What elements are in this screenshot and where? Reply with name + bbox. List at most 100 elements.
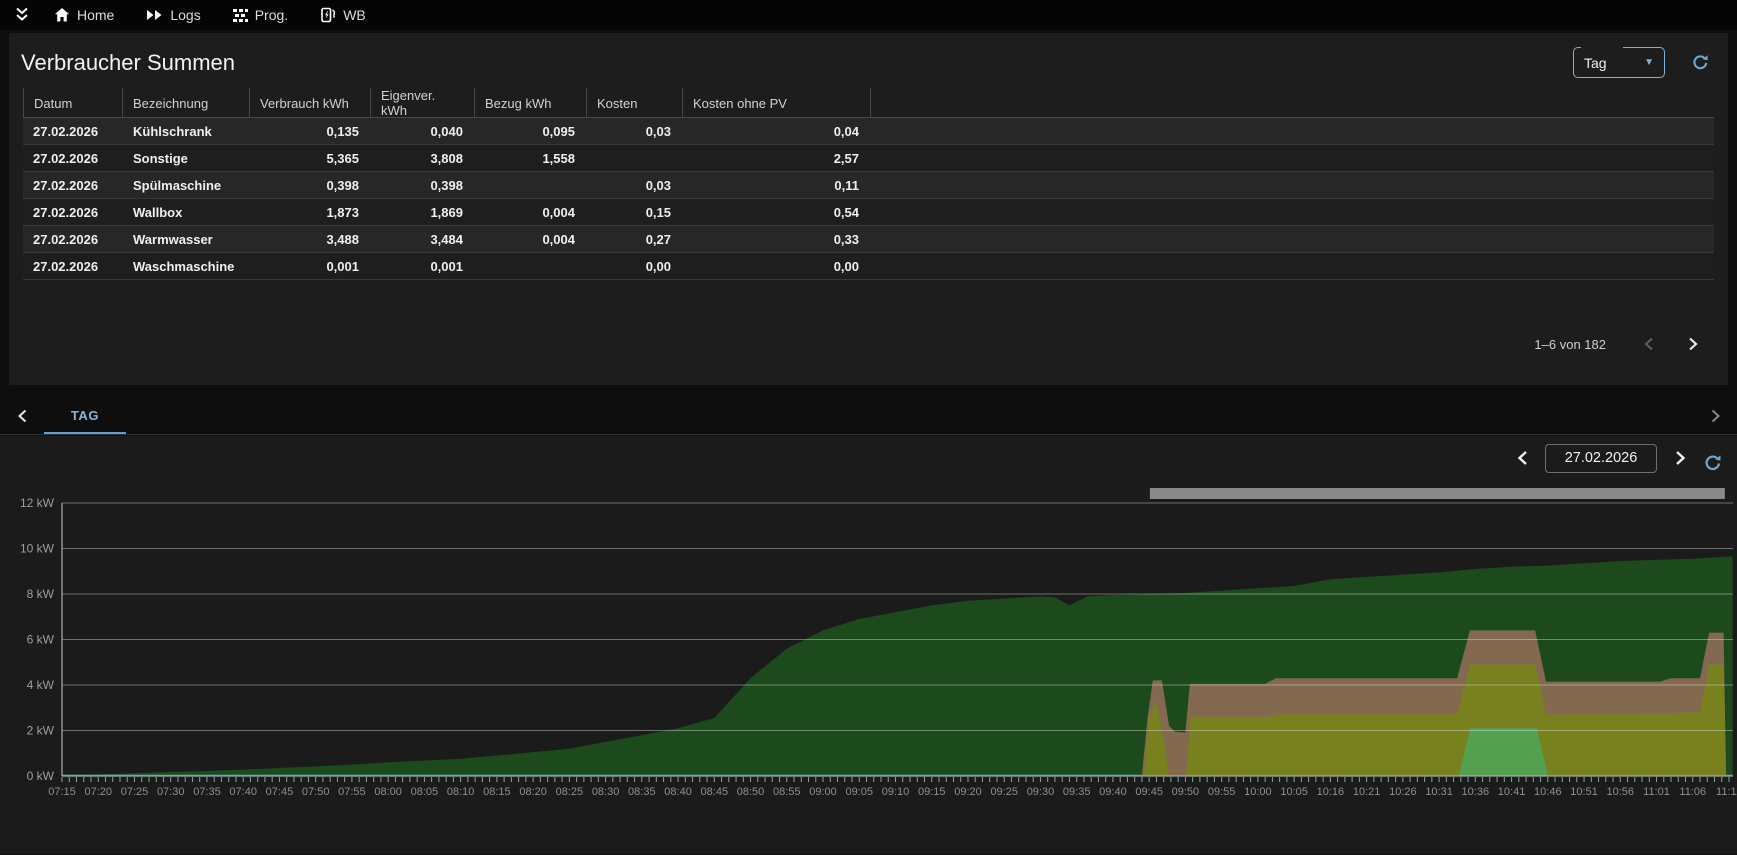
x-axis-label: 11:01 bbox=[1643, 786, 1670, 798]
cell-bezeichnung: Warmwasser bbox=[123, 232, 250, 247]
x-axis-label: 07:35 bbox=[193, 786, 221, 798]
pagination-range-label: 1–6 von 182 bbox=[1534, 337, 1606, 352]
cell-eigenver: 0,398 bbox=[371, 178, 475, 193]
x-axis-label: 10:56 bbox=[1607, 786, 1635, 798]
cell-kosten_ohne_pv: 0,54 bbox=[683, 205, 871, 220]
nav-item-wb[interactable]: WB bbox=[308, 0, 378, 30]
table-header: Datum Bezeichnung Verbrauch kWh Eigenver… bbox=[23, 88, 1714, 118]
nav-item-prog[interactable]: Prog. bbox=[221, 0, 300, 30]
cell-kosten_ohne_pv: 0,11 bbox=[683, 178, 871, 193]
x-axis-label: 07:55 bbox=[338, 786, 366, 798]
x-axis-label: 10:00 bbox=[1244, 786, 1272, 798]
table-refresh-button[interactable] bbox=[1691, 53, 1710, 72]
refresh-icon bbox=[1703, 453, 1723, 473]
cell-verbrauch: 5,365 bbox=[250, 151, 371, 166]
x-axis-label: 09:15 bbox=[918, 786, 946, 798]
period-select[interactable]: Tag ▼ bbox=[1573, 47, 1665, 78]
y-axis-label: 2 kW bbox=[27, 724, 55, 738]
cell-bezeichnung: Waschmaschine bbox=[123, 259, 250, 274]
tabs-scroll-right-button[interactable] bbox=[1693, 398, 1737, 434]
pagination: 1–6 von 182 bbox=[1534, 329, 1708, 359]
consumption-summary-card: Verbraucher Summen Tag ▼ Datum Bezeichnu… bbox=[9, 33, 1728, 385]
column-header-eigenver[interactable]: Eigenver. kWh bbox=[371, 88, 475, 118]
next-day-button[interactable] bbox=[1667, 445, 1693, 471]
x-axis-label: 08:05 bbox=[411, 786, 439, 798]
cell-verbrauch: 3,488 bbox=[250, 232, 371, 247]
column-header-datum[interactable]: Datum bbox=[23, 88, 123, 118]
table-row[interactable]: 27.02.2026Spülmaschine0,3980,3980,030,11 bbox=[23, 172, 1714, 199]
table-row[interactable]: 27.02.2026Wallbox1,8731,8690,0040,150,54 bbox=[23, 199, 1714, 226]
x-axis-label: 10:21 bbox=[1353, 786, 1381, 798]
x-axis-label: 10:16 bbox=[1317, 786, 1345, 798]
x-axis-label: 10:51 bbox=[1570, 786, 1598, 798]
x-axis-label: 10:41 bbox=[1498, 786, 1526, 798]
table-row[interactable]: 27.02.2026Sonstige5,3653,8081,5582,57 bbox=[23, 145, 1714, 172]
nav-label: Prog. bbox=[255, 7, 288, 23]
chevron-left-icon bbox=[1643, 337, 1655, 351]
column-header-kosten-ohne-pv[interactable]: Kosten ohne PV bbox=[683, 88, 871, 118]
x-axis-label: 09:25 bbox=[990, 786, 1018, 798]
top-nav: Home Logs Prog. WB bbox=[0, 0, 1737, 30]
nav-label: Logs bbox=[170, 7, 200, 23]
previous-day-button[interactable] bbox=[1509, 445, 1535, 471]
consumption-table: Datum Bezeichnung Verbrauch kWh Eigenver… bbox=[23, 88, 1714, 280]
day-chart-panel: 27.02.2026 0 kW2 kW4 kW6 kW8 kW10 kW12 k… bbox=[0, 436, 1737, 854]
chart-scrollbar-thumb[interactable] bbox=[1150, 488, 1725, 499]
cell-eigenver: 3,808 bbox=[371, 151, 475, 166]
y-axis-label: 4 kW bbox=[27, 678, 55, 692]
home-icon bbox=[54, 7, 70, 23]
cell-verbrauch: 0,135 bbox=[250, 124, 371, 139]
column-header-kosten[interactable]: Kosten bbox=[587, 88, 683, 118]
cell-kosten_ohne_pv: 0,04 bbox=[683, 124, 871, 139]
pagination-next-button[interactable] bbox=[1678, 329, 1708, 359]
cell-kosten: 0,00 bbox=[587, 259, 683, 274]
consumption-chart[interactable]: 0 kW2 kW4 kW6 kW8 kW10 kW12 kW07:1507:20… bbox=[0, 484, 1737, 804]
date-navigation: 27.02.2026 bbox=[1509, 443, 1723, 473]
cell-datum: 27.02.2026 bbox=[23, 205, 123, 220]
x-axis-label: 08:30 bbox=[592, 786, 620, 798]
x-axis-label: 09:40 bbox=[1099, 786, 1127, 798]
x-axis-label: 09:10 bbox=[882, 786, 910, 798]
double-chevron-down-icon bbox=[14, 7, 30, 23]
x-axis-label: 08:40 bbox=[664, 786, 692, 798]
pagination-prev-button[interactable] bbox=[1634, 329, 1664, 359]
y-axis-label: 0 kW bbox=[27, 769, 55, 783]
column-header-bezug[interactable]: Bezug kWh bbox=[475, 88, 587, 118]
x-axis-label: 09:50 bbox=[1172, 786, 1200, 798]
x-axis-label: 08:20 bbox=[519, 786, 547, 798]
x-axis-label: 09:20 bbox=[954, 786, 982, 798]
x-axis-label: 07:50 bbox=[302, 786, 330, 798]
chart-refresh-button[interactable] bbox=[1703, 453, 1723, 473]
date-field[interactable]: 27.02.2026 bbox=[1545, 444, 1657, 473]
tab-tag[interactable]: TAG bbox=[44, 398, 126, 434]
column-header-bezeichnung[interactable]: Bezeichnung bbox=[123, 88, 250, 118]
x-axis-label: 09:30 bbox=[1027, 786, 1055, 798]
cell-kosten: 0,03 bbox=[587, 124, 683, 139]
cell-kosten_ohne_pv: 2,57 bbox=[683, 151, 871, 166]
x-axis-label: 10:31 bbox=[1425, 786, 1453, 798]
period-tabbar: TAG bbox=[0, 398, 1737, 435]
table-row[interactable]: 27.02.2026Warmwasser3,4883,4840,0040,270… bbox=[23, 226, 1714, 253]
chevron-left-icon bbox=[1516, 450, 1529, 466]
cell-eigenver: 0,001 bbox=[371, 259, 475, 274]
x-axis-label: 08:35 bbox=[628, 786, 656, 798]
nav-item-home[interactable]: Home bbox=[42, 0, 126, 30]
nav-item-logs[interactable]: Logs bbox=[134, 0, 212, 30]
table-row[interactable]: 27.02.2026Kühlschrank0,1350,0400,0950,03… bbox=[23, 118, 1714, 145]
cell-bezeichnung: Kühlschrank bbox=[123, 124, 250, 139]
column-header-verbrauch[interactable]: Verbrauch kWh bbox=[250, 88, 371, 118]
cell-bezug: 0,004 bbox=[475, 232, 587, 247]
cell-bezug: 1,558 bbox=[475, 151, 587, 166]
x-axis-label: 08:50 bbox=[737, 786, 765, 798]
cell-verbrauch: 1,873 bbox=[250, 205, 371, 220]
tabs-scroll-left-button[interactable] bbox=[0, 398, 44, 434]
table-row[interactable]: 27.02.2026Waschmaschine0,0010,0010,000,0… bbox=[23, 253, 1714, 280]
table-body: 27.02.2026Kühlschrank0,1350,0400,0950,03… bbox=[23, 118, 1714, 280]
collapse-nav-icon[interactable] bbox=[10, 4, 34, 26]
refresh-icon bbox=[1691, 53, 1710, 72]
x-axis-label: 09:05 bbox=[845, 786, 873, 798]
chevron-down-icon: ▼ bbox=[1644, 57, 1654, 68]
x-axis-label: 10:46 bbox=[1534, 786, 1562, 798]
cell-kosten_ohne_pv: 0,00 bbox=[683, 259, 871, 274]
x-axis-label: 08:10 bbox=[447, 786, 475, 798]
